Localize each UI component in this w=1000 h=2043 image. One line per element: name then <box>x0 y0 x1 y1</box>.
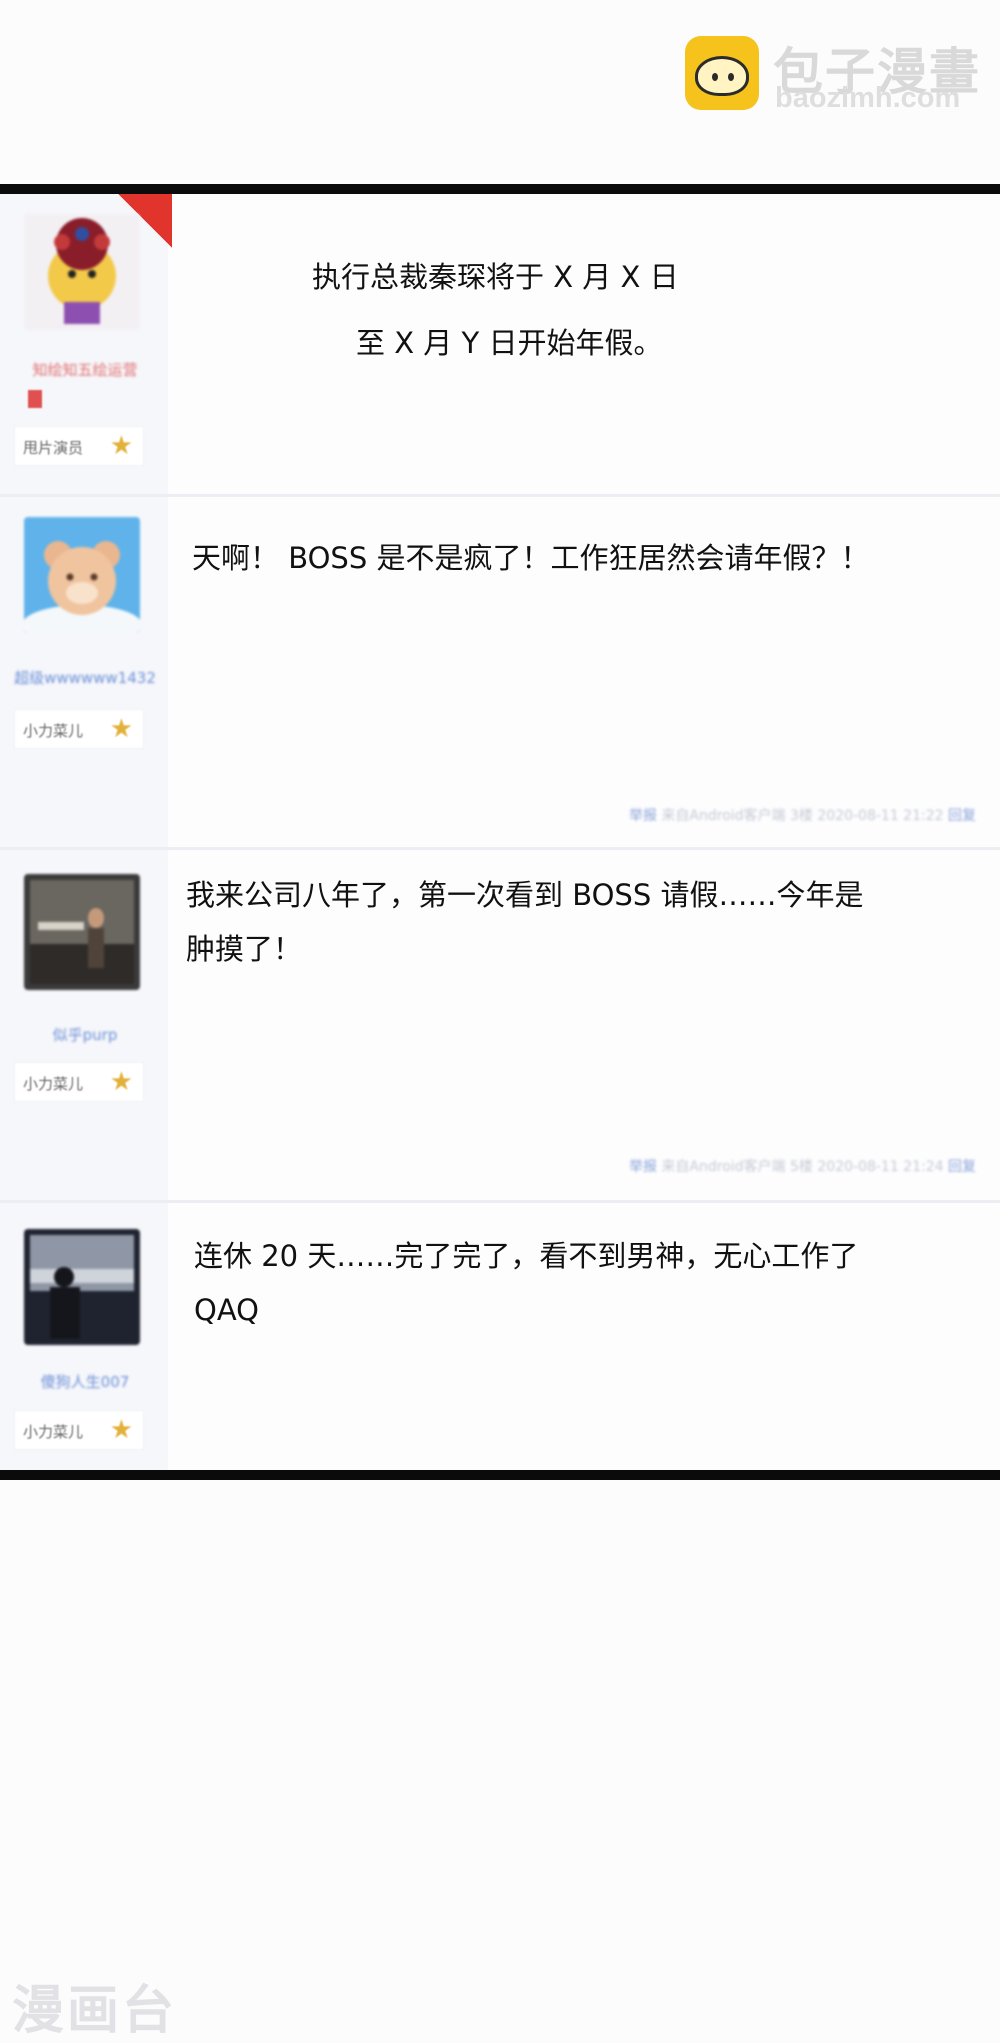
opera-mask-avatar-icon[interactable] <box>24 214 140 330</box>
reply-link[interactable]: 回复 <box>948 1159 976 1175</box>
post-text-line: 连休 20 天……完了完了，看不到男神，无心工作了 <box>194 1239 859 1273</box>
username-link[interactable]: 傻狗人生007 <box>10 1371 160 1392</box>
post-text-line: 天啊！ BOSS 是不是疯了！工作狂居然会请年假？！ <box>192 541 870 575</box>
post-text-line: QAQ <box>194 1293 259 1327</box>
username-link[interactable]: 超级wwwwww1432 <box>10 667 160 688</box>
bun-logo-icon <box>685 36 759 110</box>
star-icon: ★ <box>109 431 133 461</box>
star-icon: ★ <box>109 1415 133 1445</box>
star-icon: ★ <box>109 714 133 744</box>
post-text-line: 我来公司八年了，第一次看到 BOSS 请假……今年是 <box>186 878 864 912</box>
bottom-watermark: 漫画台 <box>12 1981 178 2041</box>
forum-thread-panel: 知绘知五绘运营 甩片演员 ★ 执行总裁秦琛将于 X 月 X 日 至 X 月 Y 日… <box>0 184 1000 1480</box>
star-icon: ★ <box>109 1067 133 1097</box>
thread-post-reply: 似乎purp 小力菜儿 ★ 我来公司八年了，第一次看到 BOSS 请假……今年是 … <box>0 850 1000 1200</box>
thread-post-op: 知绘知五绘运营 甩片演员 ★ 执行总裁秦琛将于 X 月 X 日 至 X 月 Y 日… <box>0 194 1000 494</box>
post-meta: 举报 来自Android客户端 5楼 2020-08-11 21:24 回复 <box>628 1159 976 1175</box>
silhouette-avatar-icon[interactable] <box>24 1229 140 1345</box>
post-meta: 举报 来自Android客户端 3楼 2020-08-11 21:22 回复 <box>628 808 976 824</box>
user-rank-badge: 小力菜儿 ★ <box>14 709 144 749</box>
thread-post-reply: 傻狗人生007 小力菜儿 ★ 连休 20 天……完了完了，看不到男神，无心工作了 … <box>0 1203 1000 1470</box>
bear-avatar-icon[interactable] <box>24 517 140 633</box>
post-text-line: 肿摸了！ <box>186 932 303 966</box>
username-link[interactable]: 知绘知五绘运营 <box>10 359 160 380</box>
level-badge <box>28 390 42 408</box>
site-watermark: 包子漫畫 baozimh.com <box>685 32 985 114</box>
post-text-line: 执行总裁秦琛将于 X 月 X 日 <box>312 260 679 294</box>
user-rank-badge: 小力菜儿 ★ <box>14 1410 144 1450</box>
report-link[interactable]: 举报 <box>629 808 657 824</box>
photo-avatar-icon[interactable] <box>24 874 140 990</box>
reply-link[interactable]: 回复 <box>948 808 976 824</box>
report-link[interactable]: 举报 <box>629 1159 657 1175</box>
user-rank-badge: 小力菜儿 ★ <box>14 1062 144 1102</box>
thread-post-reply: 超级wwwwww1432 小力菜儿 ★ 天啊！ BOSS 是不是疯了！工作狂居然会… <box>0 497 1000 847</box>
user-rank-badge: 甩片演员 ★ <box>14 426 144 466</box>
post-text-line: 至 X 月 Y 日开始年假。 <box>356 326 663 360</box>
watermark-url: baozimh.com <box>775 82 961 114</box>
username-link[interactable]: 似乎purp <box>10 1024 160 1045</box>
